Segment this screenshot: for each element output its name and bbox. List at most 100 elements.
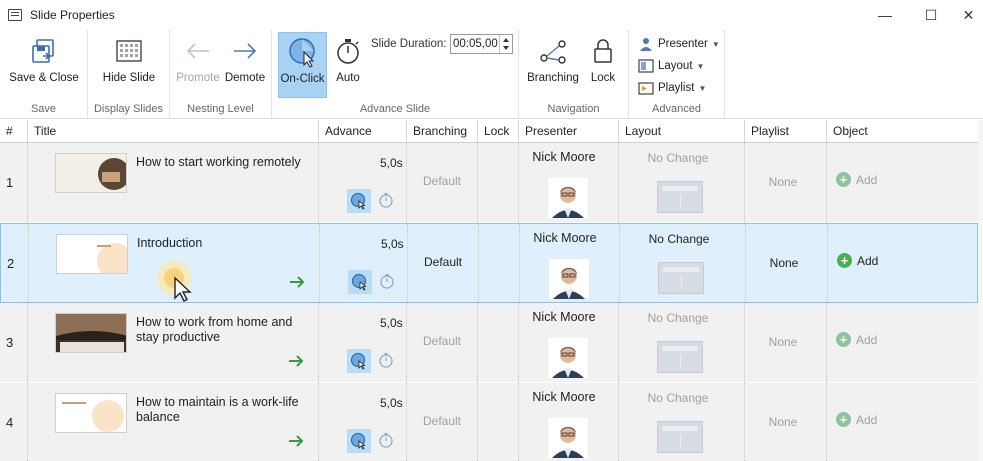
on-click-icon[interactable]	[347, 349, 371, 373]
cell-lock[interactable]	[478, 303, 519, 383]
auto-button[interactable]: Auto	[330, 34, 366, 92]
table-row[interactable]: 3 How to work from home and stay product…	[0, 303, 978, 383]
slide-thumbnail[interactable]	[55, 313, 127, 353]
demote-arrow-icon[interactable]	[288, 435, 304, 450]
playlist-value[interactable]: None	[747, 256, 821, 270]
branching-value[interactable]: Default	[407, 414, 477, 428]
presenter-avatar	[548, 338, 588, 378]
layout-value[interactable]: No Change	[621, 232, 737, 246]
slide-thumbnail[interactable]	[56, 234, 128, 274]
add-object-button[interactable]: + Add	[836, 172, 877, 187]
slide-duration-input[interactable]: 00:05,00	[450, 34, 513, 54]
on-click-icon[interactable]	[347, 429, 371, 453]
col-header-title[interactable]: Title	[28, 120, 319, 143]
group-label-advanced: Advanced	[652, 103, 701, 115]
layout-preview-icon[interactable]	[657, 421, 703, 453]
playlist-value[interactable]: None	[746, 415, 820, 429]
presenter-name[interactable]: Nick Moore	[521, 231, 609, 245]
layout-preview-icon[interactable]	[658, 262, 704, 294]
branching-value[interactable]: Default	[407, 174, 477, 188]
stopwatch-icon[interactable]	[377, 431, 395, 452]
duration-spinner-icon[interactable]	[499, 35, 512, 53]
table-row[interactable]: 1 How to start working remotely 5,0s Def…	[0, 143, 978, 223]
add-object-button[interactable]: + Add	[837, 253, 878, 268]
layout-value[interactable]: No Change	[620, 311, 736, 325]
slide-title[interactable]: How to start working remotely	[136, 155, 311, 170]
on-click-icon[interactable]	[348, 270, 372, 294]
group-label-save: Save	[30, 103, 57, 115]
layout-value[interactable]: No Change	[620, 151, 736, 165]
presenter-name[interactable]: Nick Moore	[520, 390, 608, 404]
close-button[interactable]: ✕	[954, 0, 983, 30]
save-close-button[interactable]: Save & Close	[6, 34, 82, 92]
on-click-icon[interactable]	[347, 189, 371, 213]
playlist-dropdown[interactable]: Playlist ▼	[638, 78, 706, 98]
advance-time[interactable]: 5,0s	[380, 156, 403, 170]
presenter-name[interactable]: Nick Moore	[520, 310, 608, 324]
col-header-lock[interactable]: Lock	[478, 120, 519, 143]
layout-preview-icon[interactable]	[657, 181, 703, 213]
slide-thumbnail[interactable]	[55, 153, 127, 193]
on-click-button[interactable]: On-Click	[278, 32, 327, 98]
layout-preview-icon[interactable]	[657, 341, 703, 373]
group-label-display-slides: Display Slides	[93, 103, 164, 115]
layout-dropdown[interactable]: Layout ▼	[638, 56, 704, 76]
cell-num	[0, 303, 28, 383]
table-row[interactable]: 2 Introduction 5,0s Default Nick Moore N…	[0, 223, 978, 304]
advance-time[interactable]: 5,0s	[380, 396, 403, 410]
branching-button[interactable]: Branching	[525, 34, 581, 92]
demote-arrow-icon[interactable]	[288, 355, 304, 370]
add-object-label: Add	[856, 412, 878, 427]
group-advance-slide: On-Click Auto Slide Duration: 00:05,00 A…	[272, 30, 519, 119]
col-header-layout[interactable]: Layout	[619, 120, 745, 143]
lock-button[interactable]: Lock	[585, 34, 621, 92]
advance-mode	[347, 189, 395, 213]
stopwatch-icon[interactable]	[377, 191, 395, 212]
layout-value[interactable]: No Change	[620, 391, 736, 405]
stopwatch-icon[interactable]	[378, 272, 396, 293]
minimize-button[interactable]: —	[862, 0, 908, 30]
col-header-playlist[interactable]: Playlist	[745, 120, 827, 143]
demote-arrow-icon[interactable]	[289, 276, 305, 291]
app-icon	[8, 9, 22, 21]
presenter-dropdown[interactable]: Presenter ▼	[638, 34, 720, 54]
cell-lock[interactable]	[478, 383, 519, 461]
maximize-button[interactable]: ☐	[908, 0, 954, 30]
save-close-label: Save & Close	[9, 72, 79, 84]
add-object-button[interactable]: + Add	[836, 412, 877, 427]
advance-time[interactable]: 5,0s	[381, 237, 404, 251]
slide-thumbnail[interactable]	[55, 393, 127, 433]
slide-title[interactable]: How to maintain is a work-life balance	[136, 395, 311, 425]
slide-title[interactable]: How to work from home and stay productiv…	[136, 315, 311, 345]
playlist-dropdown-label: Playlist	[658, 82, 695, 94]
branching-value[interactable]: Default	[408, 255, 478, 269]
promote-button[interactable]: Promote	[174, 34, 222, 92]
cell-lock[interactable]	[478, 143, 519, 223]
col-header-branching[interactable]: Branching	[407, 120, 478, 143]
demote-button[interactable]: Demote	[222, 34, 268, 92]
table-row[interactable]: 4 How to maintain is a work-life balance…	[0, 383, 978, 461]
col-header-advance[interactable]: Advance	[319, 120, 407, 143]
col-header-presenter[interactable]: Presenter	[519, 120, 619, 143]
playlist-value[interactable]: None	[746, 335, 820, 349]
add-object-button[interactable]: + Add	[836, 332, 877, 347]
window-title: Slide Properties	[30, 8, 115, 22]
group-label-nesting-level: Nesting Level	[187, 103, 254, 115]
table-header: # Title Advance Branching Lock Presenter…	[0, 120, 978, 143]
cell-num	[0, 383, 28, 461]
col-header-object[interactable]: Object	[827, 120, 978, 143]
slide-duration-label: Slide Duration:	[371, 38, 447, 50]
advance-mode	[348, 270, 396, 294]
cell-lock[interactable]	[479, 224, 520, 304]
playlist-value[interactable]: None	[746, 175, 820, 189]
group-label-advance-slide: Advance Slide	[359, 103, 431, 115]
add-object-label: Add	[857, 253, 879, 268]
hide-slide-button[interactable]: Hide Slide	[98, 34, 160, 92]
scrollbar[interactable]	[978, 120, 983, 461]
branching-value[interactable]: Default	[407, 334, 477, 348]
col-header-num[interactable]: #	[0, 120, 28, 143]
presenter-name[interactable]: Nick Moore	[520, 150, 608, 164]
stopwatch-icon[interactable]	[377, 351, 395, 372]
advance-time[interactable]: 5,0s	[380, 316, 403, 330]
slide-title[interactable]: Introduction	[137, 236, 312, 251]
